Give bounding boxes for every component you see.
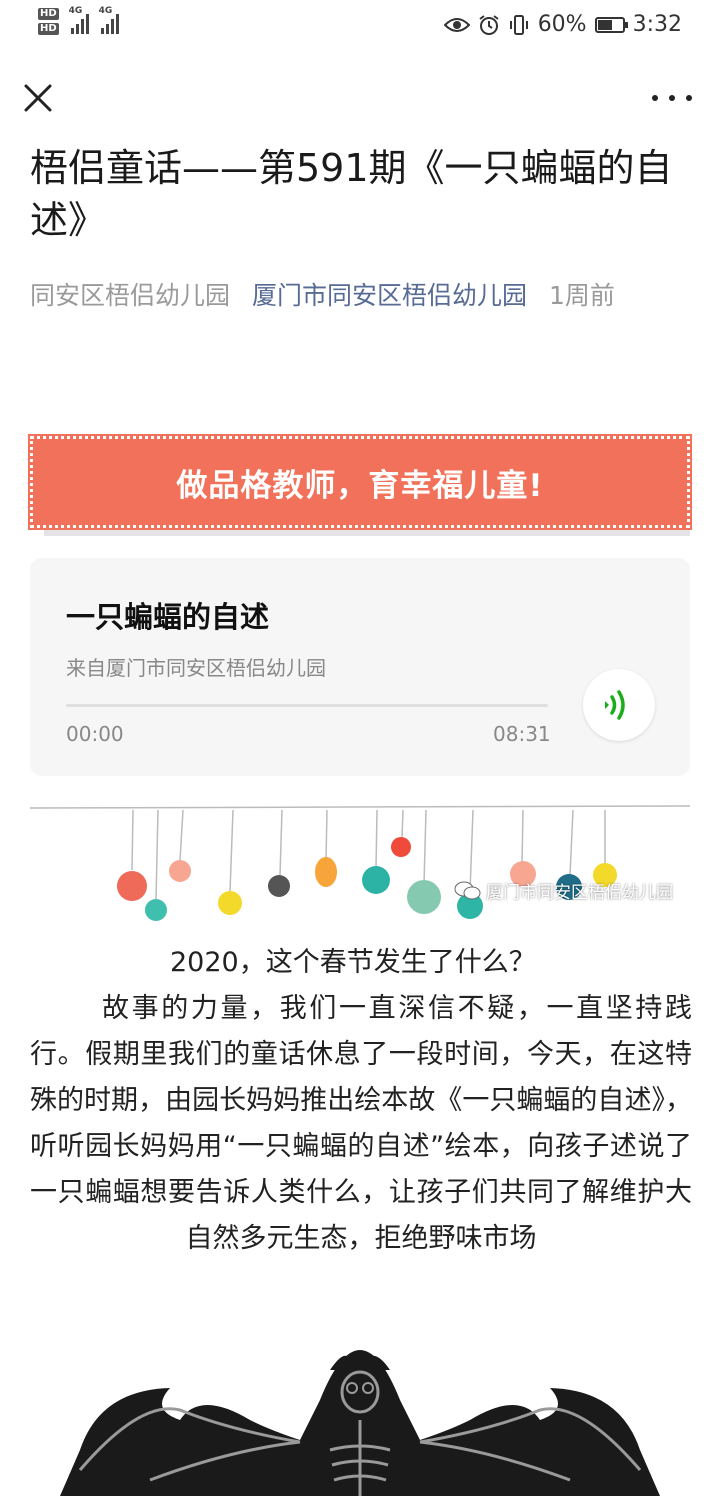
article-body: 2020，这个春节发生了什么？ 故事的力量，我们一直深信不疑，一直坚持践行。假期… — [30, 940, 692, 1262]
paragraph-2: 故事的力量，我们一直深信不疑，一直坚持践行。假期里我们的童话休息了一段时间，今天… — [30, 993, 692, 1254]
account-link[interactable]: 厦门市同安区梧侣幼儿园 — [252, 276, 527, 312]
close-button[interactable] — [18, 78, 58, 118]
audio-current-time: 00:00 — [66, 722, 124, 746]
clock: 3:32 — [632, 12, 682, 37]
network-type-2: 4G — [98, 5, 113, 16]
audio-play-button[interactable] — [583, 669, 655, 741]
alarm-icon — [479, 14, 499, 35]
close-icon — [24, 84, 52, 112]
paragraph-1: 2020，这个春节发生了什么？ — [170, 947, 536, 978]
article-meta: 同安区梧侣幼儿园 厦门市同安区梧侣幼儿园 1周前 — [30, 276, 615, 312]
wechat-icon — [454, 881, 481, 899]
more-button[interactable] — [652, 86, 692, 110]
signal-icon-1: 4G — [69, 6, 89, 34]
audio-source: 来自厦门市同安区梧侣幼儿园 — [66, 656, 326, 680]
audio-title: 一只蝙蝠的自述 — [66, 600, 270, 634]
eye-icon — [443, 17, 470, 32]
slogan-banner: 做品格教师，育幸福儿童! — [28, 434, 692, 530]
publish-time: 1周前 — [549, 281, 615, 310]
top-nav — [0, 56, 720, 140]
hanging-balls-decoration — [30, 805, 690, 921]
audio-player[interactable]: 一只蝙蝠的自述 来自厦门市同安区梧侣幼儿园 00:00 08:31 — [30, 558, 690, 776]
audio-progress-bar[interactable] — [66, 704, 548, 707]
hd-sim2: HD — [38, 23, 59, 35]
status-left: HD HD 4G 4G — [38, 6, 119, 35]
signal-icon-2: 4G — [99, 6, 119, 34]
vibrate-icon — [509, 14, 528, 35]
network-type-1: 4G — [68, 5, 83, 16]
hd-sim1: HD — [38, 8, 59, 20]
sound-wave-icon — [605, 690, 625, 720]
battery-icon — [594, 16, 628, 33]
slogan-banner-wrap: 做品格教师，育幸福儿童! — [28, 434, 692, 544]
author-org: 同安区梧侣幼儿园 — [30, 281, 231, 310]
hd-indicators: HD HD — [38, 8, 59, 35]
image-watermark: 厦门市同安区梧侣幼儿园 — [454, 878, 673, 903]
audio-duration: 08:31 — [493, 722, 551, 746]
bat-illustration — [60, 1350, 660, 1496]
battery-percent: 60% — [537, 12, 587, 37]
watermark-text: 厦门市同安区梧侣幼儿园 — [486, 883, 673, 903]
status-bar: HD HD 4G 4G 60% 3:32 — [0, 0, 720, 56]
status-right: 60% 3:32 — [443, 12, 682, 37]
article-title: 梧侣童话——第591期《一只蝙蝠的自述》 — [30, 146, 673, 242]
more-icon — [652, 95, 658, 101]
